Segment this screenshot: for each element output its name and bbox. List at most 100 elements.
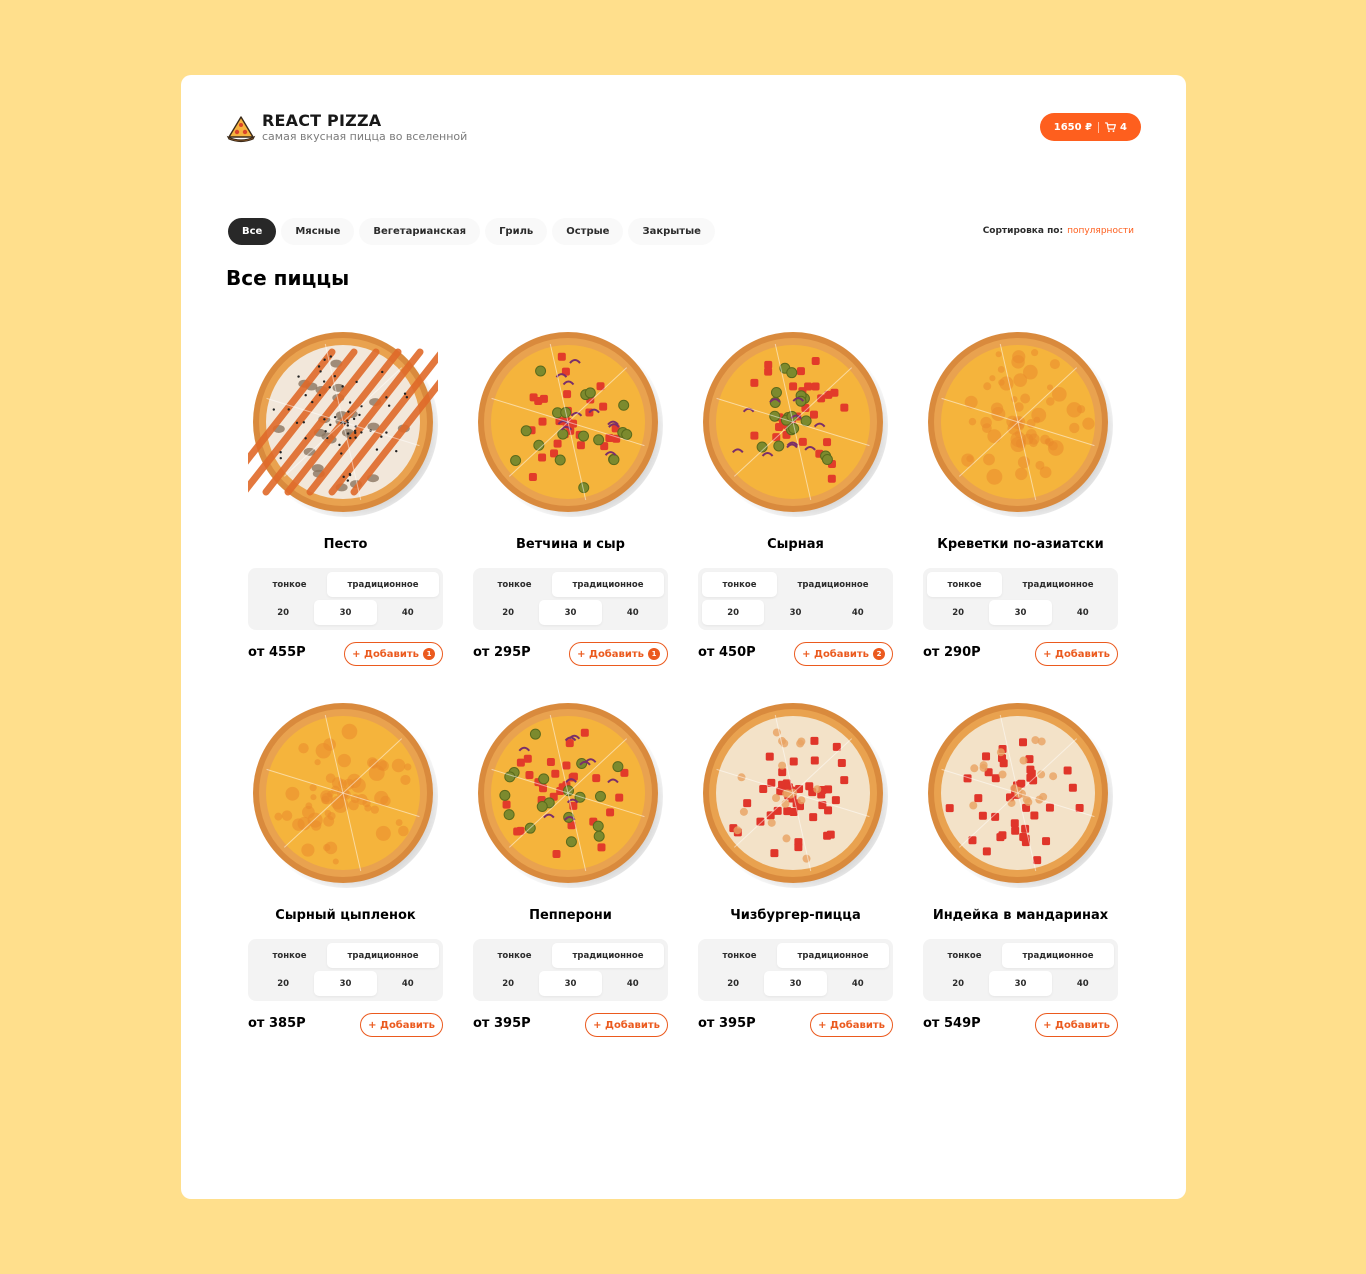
pizza-image xyxy=(253,703,438,888)
size-option[interactable]: 30 xyxy=(989,971,1052,996)
size-option[interactable]: 20 xyxy=(252,971,314,996)
added-count-badge: 2 xyxy=(873,648,885,660)
dough-type-option[interactable]: традиционное xyxy=(552,943,664,968)
size-option[interactable]: 40 xyxy=(377,971,439,996)
logo[interactable]: REACT PIZZA самая вкусная пицца во вселе… xyxy=(226,112,467,143)
dough-type-option[interactable]: традиционное xyxy=(327,572,439,597)
dough-type-option[interactable]: тонкое xyxy=(927,943,1002,968)
add-button-label: + Добавить xyxy=(368,1019,435,1031)
cart-total: 1650 ₽ xyxy=(1053,121,1093,133)
category-1[interactable]: Мясные xyxy=(281,218,355,245)
pizza-options: тонкое традиционное 20 30 40 xyxy=(698,568,893,630)
size-option[interactable]: 30 xyxy=(764,971,827,996)
dough-type-option[interactable]: традиционное xyxy=(1002,572,1114,597)
dough-type-row: тонкое традиционное xyxy=(702,572,889,597)
size-option[interactable]: 30 xyxy=(539,600,602,625)
dough-type-option[interactable]: традиционное xyxy=(777,572,889,597)
size-option[interactable]: 20 xyxy=(927,600,989,625)
dough-type-option[interactable]: тонкое xyxy=(477,943,552,968)
pizza-options: тонкое традиционное 20 30 40 xyxy=(248,568,443,630)
size-option[interactable]: 20 xyxy=(702,600,765,625)
pizza-options: тонкое традиционное 20 30 40 xyxy=(923,939,1118,1001)
size-option[interactable]: 40 xyxy=(1052,971,1114,996)
size-option[interactable]: 30 xyxy=(989,600,1052,625)
size-option[interactable]: 40 xyxy=(827,600,889,625)
add-to-cart-button[interactable]: + Добавить xyxy=(585,1013,668,1037)
dough-type-row: тонкое традиционное xyxy=(477,572,664,597)
size-option[interactable]: 20 xyxy=(477,971,539,996)
pizza-price: от 549Р xyxy=(923,1016,981,1031)
category-3[interactable]: Гриль xyxy=(485,218,548,245)
size-option[interactable]: 20 xyxy=(702,971,764,996)
dough-type-option[interactable]: тонкое xyxy=(252,572,327,597)
pizza-price: от 295Р xyxy=(473,645,531,660)
dough-type-option[interactable]: традиционное xyxy=(552,572,664,597)
size-option[interactable]: 30 xyxy=(764,600,826,625)
dough-type-option[interactable]: традиционное xyxy=(1002,943,1114,968)
dough-type-option[interactable]: тонкое xyxy=(477,572,552,597)
dough-type-row: тонкое традиционное xyxy=(927,572,1114,597)
pizza-price: от 395Р xyxy=(473,1016,531,1031)
add-to-cart-button[interactable]: + Добавить xyxy=(360,1013,443,1037)
sort-value[interactable]: популярности xyxy=(1067,226,1134,236)
add-to-cart-button[interactable]: + Добавить 2 xyxy=(794,642,893,666)
category-4[interactable]: Острые xyxy=(552,218,624,245)
sort-label: Сортировка по: xyxy=(982,226,1064,236)
pizza-price: от 395Р xyxy=(698,1016,756,1031)
add-to-cart-button[interactable]: + Добавить 1 xyxy=(344,642,443,666)
pizza-name: Индейка в мандаринах xyxy=(932,908,1109,923)
dough-type-option[interactable]: тонкое xyxy=(252,943,327,968)
size-row: 20 30 40 xyxy=(702,600,889,625)
dough-type-row: тонкое традиционное xyxy=(252,572,439,597)
size-row: 20 30 40 xyxy=(927,971,1114,996)
add-button-label: + Добавить xyxy=(802,648,869,660)
dough-type-option[interactable]: традиционное xyxy=(327,943,439,968)
add-to-cart-button[interactable]: + Добавить 1 xyxy=(569,642,668,666)
size-option[interactable]: 20 xyxy=(252,600,314,625)
pizza-name: Сырный цыпленок xyxy=(275,908,416,923)
cart-button[interactable]: 1650 ₽ 4 xyxy=(1039,113,1141,141)
size-option[interactable]: 20 xyxy=(477,600,539,625)
cart-count: 4 xyxy=(1120,121,1127,133)
add-to-cart-button[interactable]: + Добавить xyxy=(1035,642,1118,666)
add-button-label: + Добавить xyxy=(577,648,644,660)
pizza-options: тонкое традиционное 20 30 40 xyxy=(473,939,668,1001)
size-option[interactable]: 20 xyxy=(927,971,989,996)
pizza-name: Пепперони xyxy=(529,908,612,923)
add-button-label: + Добавить xyxy=(593,1019,660,1031)
add-button-label: + Добавить xyxy=(352,648,419,660)
size-option[interactable]: 30 xyxy=(314,971,377,996)
size-option[interactable]: 40 xyxy=(602,600,664,625)
size-option[interactable]: 40 xyxy=(377,600,439,625)
pizza-price: от 455Р xyxy=(248,645,306,660)
category-2[interactable]: Вегетарианская xyxy=(359,218,481,245)
dough-type-option[interactable]: традиционное xyxy=(777,943,889,968)
add-to-cart-button[interactable]: + Добавить xyxy=(810,1013,893,1037)
dough-type-option[interactable]: тонкое xyxy=(702,943,777,968)
size-option[interactable]: 40 xyxy=(602,971,664,996)
pizza-image xyxy=(478,332,663,517)
size-option[interactable]: 30 xyxy=(539,971,602,996)
category-5[interactable]: Закрытые xyxy=(628,218,715,245)
pizza-price: от 290Р xyxy=(923,645,981,660)
size-row: 20 30 40 xyxy=(477,600,664,625)
pizza-name: Сырная xyxy=(767,537,824,552)
pizza-name: Чизбургер-пицца xyxy=(730,908,861,923)
pizza-logo-icon xyxy=(226,115,256,142)
app-subtitle: самая вкусная пицца во вселенной xyxy=(262,130,468,143)
size-option[interactable]: 40 xyxy=(827,971,889,996)
pizza-options: тонкое традиционное 20 30 40 xyxy=(473,568,668,630)
dough-type-option[interactable]: тонкое xyxy=(927,572,1002,597)
page-title: Все пиццы xyxy=(226,266,350,290)
pizza-image xyxy=(928,703,1113,888)
dough-type-row: тонкое традиционное xyxy=(702,943,889,968)
add-to-cart-button[interactable]: + Добавить xyxy=(1035,1013,1118,1037)
add-button-label: + Добавить xyxy=(1043,1019,1110,1031)
size-option[interactable]: 30 xyxy=(314,600,377,625)
size-row: 20 30 40 xyxy=(702,971,889,996)
dough-type-option[interactable]: тонкое xyxy=(702,572,777,597)
size-option[interactable]: 40 xyxy=(1052,600,1114,625)
pizza-image xyxy=(248,332,438,517)
sort[interactable]: Сортировка по: популярности xyxy=(983,226,1134,236)
category-0[interactable]: Все xyxy=(228,218,277,245)
